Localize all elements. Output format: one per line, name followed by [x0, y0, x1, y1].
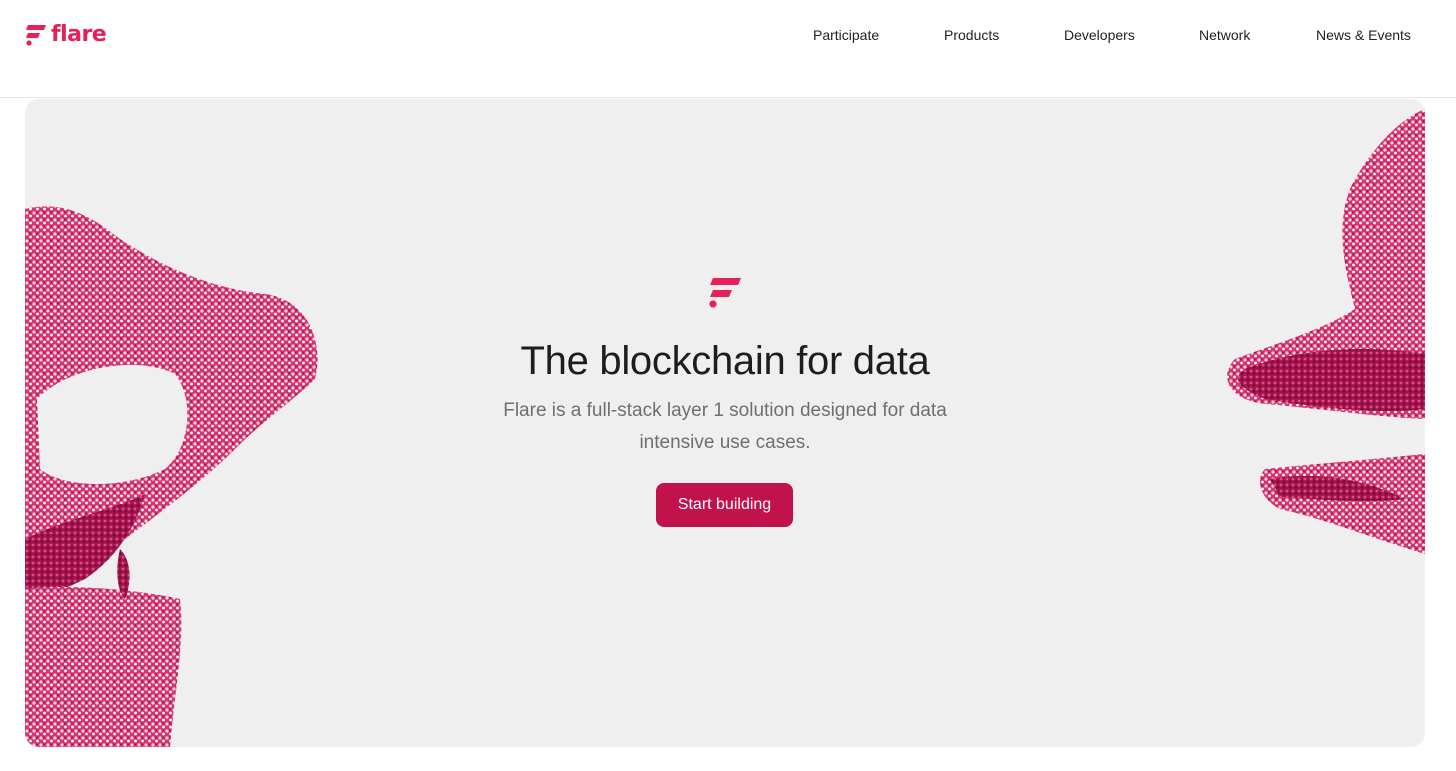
flare-icon: [709, 278, 741, 308]
hero-section: The blockchain for data Flare is a full-…: [25, 99, 1425, 747]
nav-item-developers[interactable]: Developers: [1064, 25, 1135, 45]
nav-item-news-events[interactable]: News & Events: [1316, 25, 1411, 45]
nav-item-network[interactable]: Network: [1199, 25, 1250, 45]
nav-item-products[interactable]: Products: [944, 25, 999, 45]
site-header: flare Participate Products Developers Ne…: [0, 0, 1456, 98]
hero-subtitle: Flare is a full-stack layer 1 solution d…: [503, 400, 947, 453]
start-building-button[interactable]: Start building: [656, 483, 793, 527]
nav-item-participate[interactable]: Participate: [813, 25, 879, 45]
hero-title: The blockchain for data: [520, 339, 930, 383]
main-nav: Participate Products Developers Network …: [0, 25, 1456, 45]
